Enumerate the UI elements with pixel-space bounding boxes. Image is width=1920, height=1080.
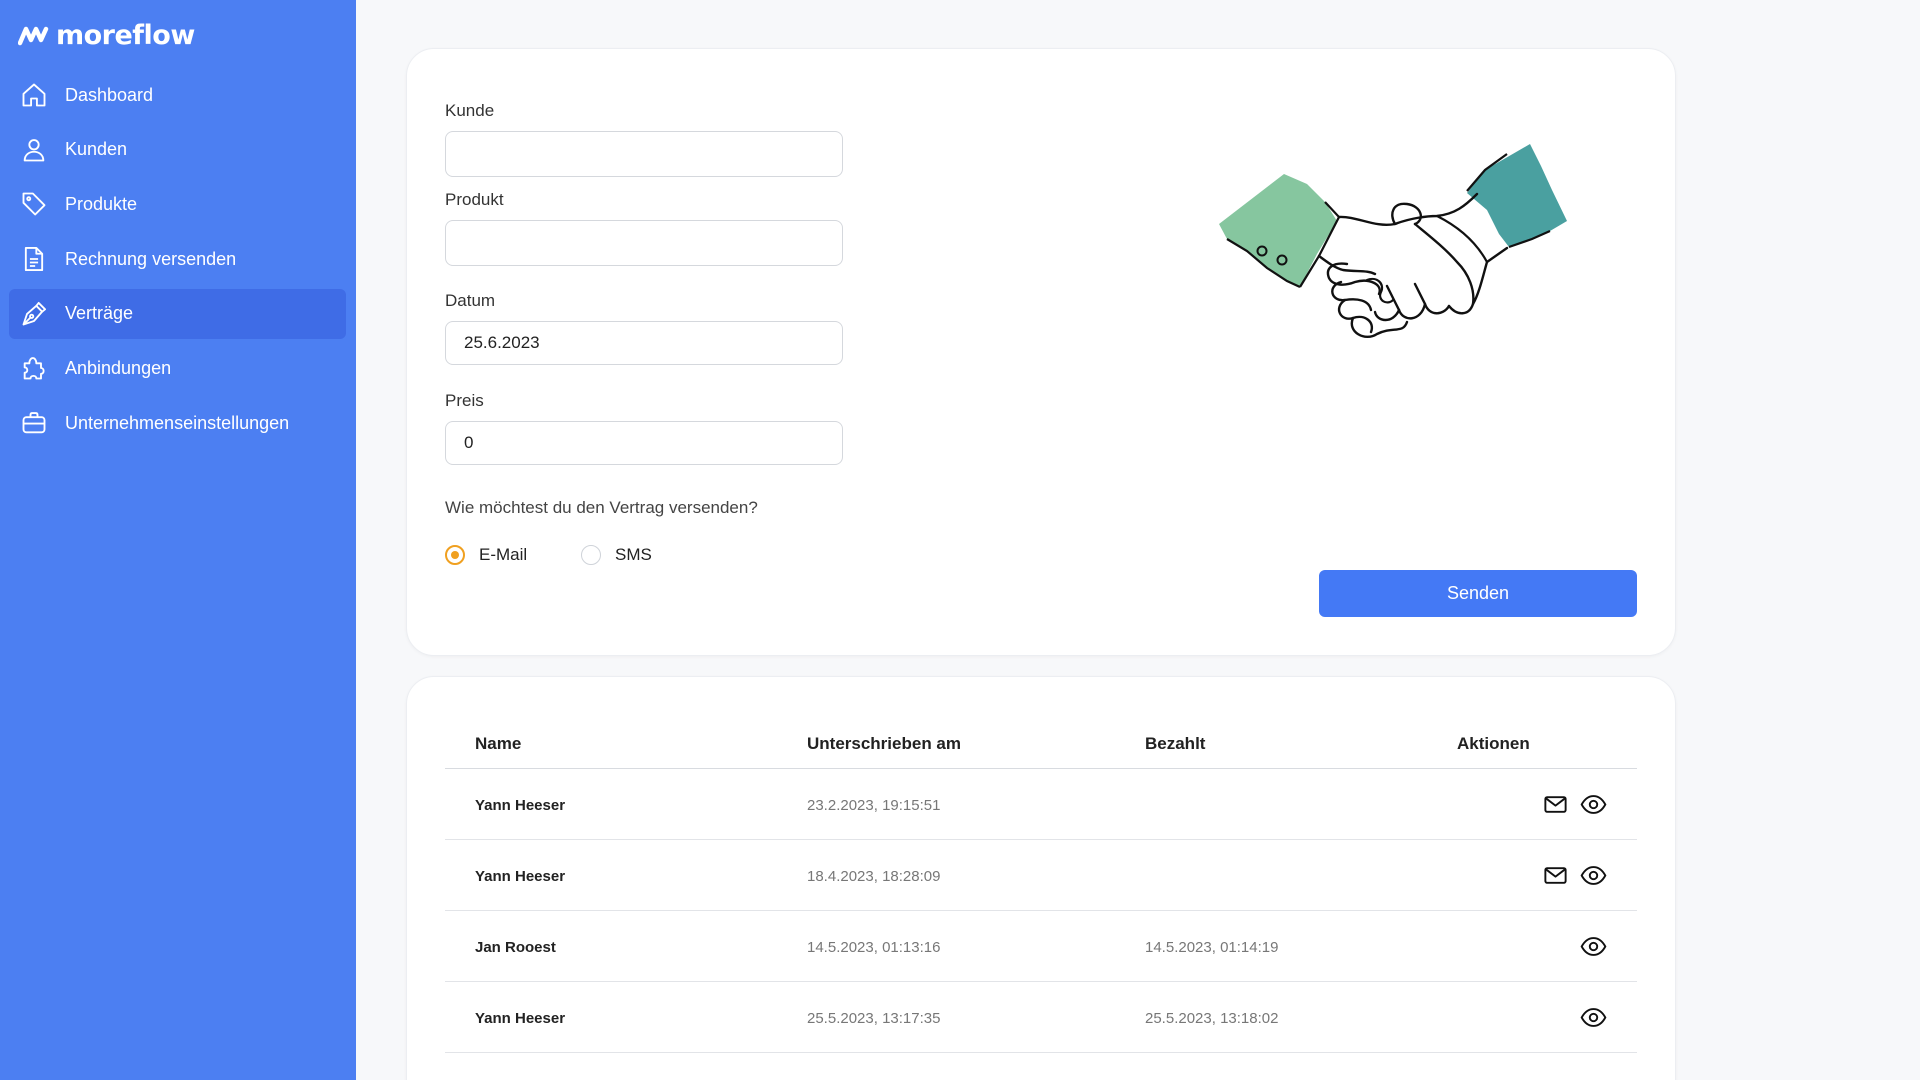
puzzle-icon <box>23 357 45 380</box>
mail-icon[interactable] <box>1542 862 1569 889</box>
row-actions <box>1542 862 1607 889</box>
header-actions: Aktionen <box>1457 734 1530 753</box>
date-label: Datum <box>445 291 496 310</box>
radio-email-label: E-Mail <box>479 545 528 564</box>
user-icon <box>23 138 45 162</box>
cell-paid: 14.5.2023, 01:14:19 <box>1145 939 1279 956</box>
row-actions <box>1542 791 1607 818</box>
sidebar-item-label: Rechnung versenden <box>65 248 237 269</box>
sidebar-item-label: Anbindungen <box>65 357 172 378</box>
eye-icon[interactable] <box>1580 791 1607 818</box>
eye-icon[interactable] <box>1580 933 1607 960</box>
customer-input[interactable] <box>445 131 843 177</box>
table-row: Yann Heeser 18.4.2023, 18:28:09 <box>445 840 1637 911</box>
header-name: Name <box>475 734 522 753</box>
sidebar-item-kunden[interactable]: Kunden <box>9 125 346 175</box>
tag-icon <box>22 192 46 216</box>
sidebar: moreflow Dashboard Kunden Produkte Rechn… <box>0 0 356 1080</box>
send-method-question: Wie möchtest du den Vertrag versenden? <box>445 498 758 517</box>
cell-name: Yann Heeser <box>475 797 566 814</box>
sidebar-item-label: Kunden <box>65 139 128 160</box>
date-input[interactable] <box>445 321 843 365</box>
sidebar-item-label: Dashboard <box>65 84 154 105</box>
handshake-illustration <box>1219 144 1567 339</box>
table-row: Yann Heeser 25.5.2023, 13:17:35 25.5.202… <box>445 982 1637 1053</box>
contracts-table-card: Name Unterschrieben am Bezahlt Aktionen … <box>406 676 1676 1080</box>
product-label: Produkt <box>445 190 504 209</box>
table-row: Yann Heeser 23.2.2023, 19:15:51 <box>445 769 1637 840</box>
header-paid: Bezahlt <box>1145 734 1206 753</box>
cell-signed: 14.5.2023, 01:13:16 <box>807 939 941 956</box>
cell-name: Yann Heeser <box>475 868 566 885</box>
sidebar-item-vertraege[interactable]: Verträge <box>9 288 346 339</box>
product-input[interactable] <box>445 220 843 266</box>
contracts-table: Name Unterschrieben am Bezahlt Aktionen … <box>445 717 1637 1053</box>
sidebar-nav: Dashboard Kunden Produkte Rechnung verse… <box>9 70 346 453</box>
sidebar-item-label: Unternehmenseinstellungen <box>65 412 290 433</box>
send-button[interactable]: Senden <box>1319 570 1637 617</box>
radio-sms-indicator[interactable] <box>581 545 601 565</box>
radio-email[interactable]: E-Mail <box>445 545 527 565</box>
document-icon <box>24 247 44 272</box>
table-row: Jan Rooest 14.5.2023, 01:13:16 14.5.2023… <box>445 911 1637 982</box>
cell-name: Yann Heeser <box>475 1010 566 1027</box>
pen-icon <box>22 301 47 326</box>
logo-text: moreflow <box>56 19 195 51</box>
sidebar-item-anbindungen[interactable]: Anbindungen <box>9 343 346 393</box>
price-input[interactable] <box>445 421 843 465</box>
sidebar-item-unternehmenseinstellungen[interactable]: Unternehmenseinstellungen <box>9 398 346 448</box>
sidebar-item-label: Verträge <box>65 303 134 324</box>
moreflow-logo-icon <box>18 26 49 46</box>
sidebar-item-dashboard[interactable]: Dashboard <box>9 70 346 120</box>
cell-signed: 18.4.2023, 18:28:09 <box>807 868 941 885</box>
eye-icon[interactable] <box>1580 862 1607 889</box>
cell-signed: 25.5.2023, 13:17:35 <box>807 1010 941 1027</box>
briefcase-icon <box>22 412 46 434</box>
table-header: Name Unterschrieben am Bezahlt Aktionen <box>445 717 1637 769</box>
cell-name: Jan Rooest <box>475 939 556 956</box>
mail-icon[interactable] <box>1542 791 1569 818</box>
cell-signed: 23.2.2023, 19:15:51 <box>807 797 941 814</box>
radio-sms-label: SMS <box>615 545 652 564</box>
eye-icon[interactable] <box>1580 1004 1607 1031</box>
home-icon <box>22 83 46 107</box>
radio-sms[interactable]: SMS <box>581 545 652 565</box>
row-actions <box>1580 1004 1607 1031</box>
sidebar-item-rechnung-versenden[interactable]: Rechnung versenden <box>9 234 346 284</box>
radio-email-indicator[interactable] <box>445 545 465 565</box>
logo[interactable]: moreflow <box>18 18 195 52</box>
cell-paid: 25.5.2023, 13:18:02 <box>1145 1010 1279 1027</box>
contract-form-card: Kunde Produkt Datum Preis Wie möchtest d… <box>406 48 1676 656</box>
sidebar-item-produkte[interactable]: Produkte <box>9 179 346 229</box>
row-actions <box>1580 933 1607 960</box>
price-label: Preis <box>445 391 484 410</box>
customer-label: Kunde <box>445 101 495 120</box>
sidebar-item-label: Produkte <box>65 193 138 214</box>
header-signed: Unterschrieben am <box>807 734 961 753</box>
